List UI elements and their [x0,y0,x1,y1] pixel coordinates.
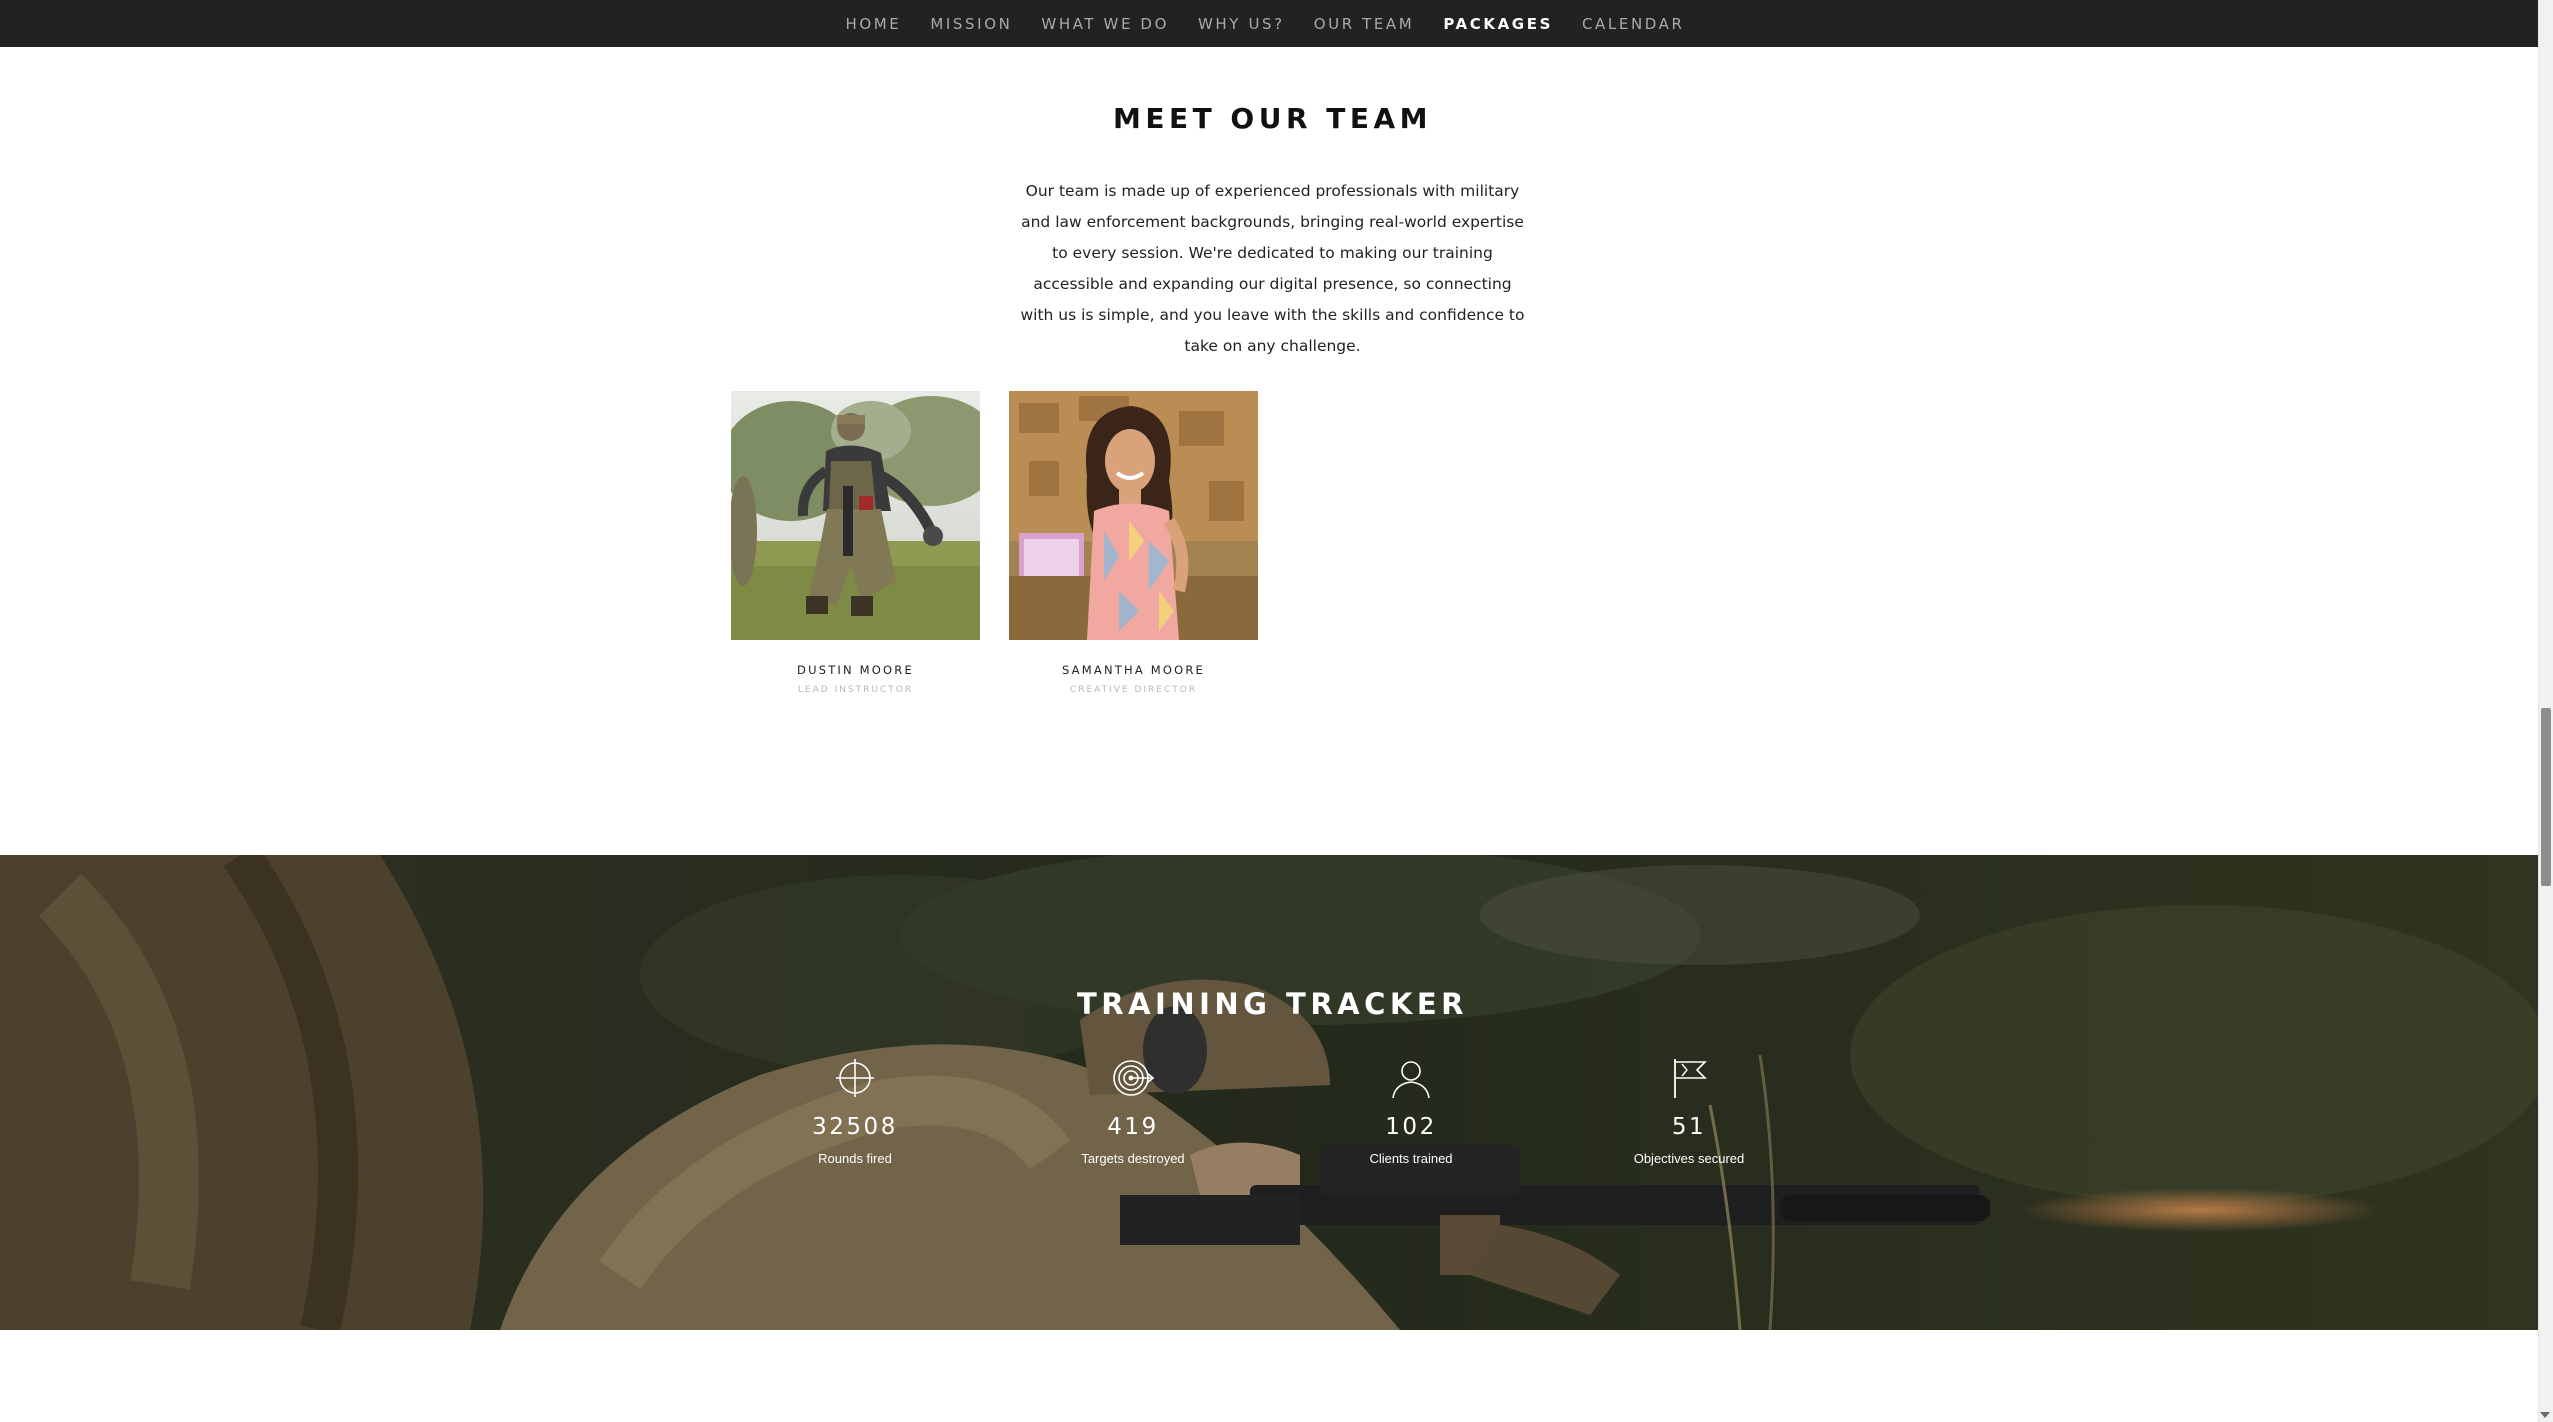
nav-menu: HOME MISSION WHAT WE DO WHY US? OUR TEAM… [845,15,1684,33]
counter-rounds-fired: 32508 Rounds fired [735,1056,975,1166]
training-tracker-section: TRAINING TRACKER 32508 Rounds fired 419 … [0,855,2538,1330]
nav-item-packages[interactable]: PACKAGES [1443,15,1553,33]
nav-item-our-team[interactable]: OUR TEAM [1314,15,1415,33]
counter-clients-trained: 102 Clients trained [1291,1056,1531,1166]
member-role: LEAD INSTRUCTOR [797,685,914,695]
crosshair-icon [836,1059,874,1097]
nav-item-mission[interactable]: MISSION [930,15,1012,33]
member-name: DUSTIN MOORE [797,663,914,677]
counter-label: Clients trained [1369,1151,1453,1166]
counter-objectives-secured: 51 Objectives secured [1569,1056,1809,1166]
counter-label: Rounds fired [818,1151,892,1166]
counter-label: Objectives secured [1633,1151,1745,1166]
page-scrollbar[interactable] [2538,0,2553,1422]
tracker-title: TRAINING TRACKER [1076,987,1469,1021]
top-navigation: HOME MISSION WHAT WE DO WHY US? OUR TEAM… [0,0,2538,47]
team-section-title: MEET OUR TEAM [1112,102,1433,135]
scrollbar-thumb[interactable] [2541,708,2551,886]
team-member-card: SAMANTHA MOORE CREATIVE DIRECTOR [1009,391,1258,695]
dustin-moore-photo [731,391,980,640]
samantha-moore-photo [1009,391,1258,640]
member-name: SAMANTHA MOORE [1061,663,1206,677]
scroll-down-arrow-icon[interactable] [2540,1412,2550,1418]
nav-item-what-we-do[interactable]: WHAT WE DO [1041,15,1169,33]
counter-value: 102 [1385,1114,1437,1140]
next-section-start [0,1330,2538,1422]
member-role: CREATIVE DIRECTOR [1069,685,1198,695]
nav-item-why-us[interactable]: WHY US? [1198,15,1285,33]
nav-item-calendar[interactable]: CALENDAR [1582,15,1685,33]
counter-value: 51 [1671,1114,1707,1140]
user-icon [1392,1061,1430,1099]
counter-targets-destroyed: 419 Targets destroyed [1013,1056,1253,1166]
nav-item-home[interactable]: HOME [845,15,901,33]
team-member-card: DUSTIN MOORE LEAD INSTRUCTOR [731,391,980,695]
team-description: Our team is made up of experienced profe… [1020,182,1525,355]
counter-value: 419 [1107,1114,1159,1140]
flag-icon [1674,1059,1707,1098]
counter-label: Targets destroyed [1081,1151,1185,1166]
target-arrow-icon [1113,1060,1155,1096]
counter-value: 32508 [812,1114,898,1140]
team-section: MEET OUR TEAM Our team is made up of exp… [0,47,2538,855]
tracker-background-image [0,855,2538,1330]
